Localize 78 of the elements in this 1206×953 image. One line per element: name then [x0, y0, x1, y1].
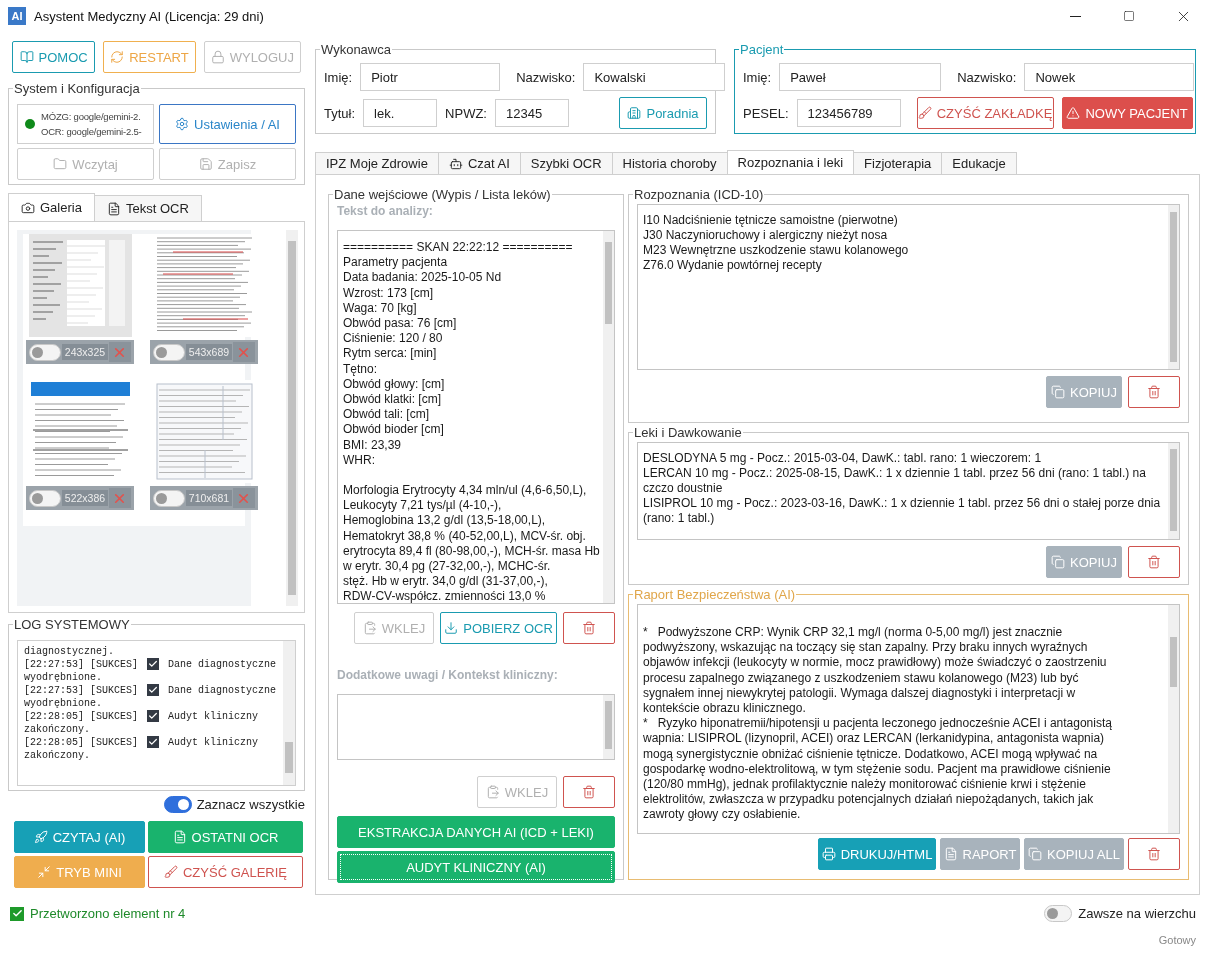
log-text: zakończony.: [24, 724, 90, 735]
help-button[interactable]: POMOC: [12, 41, 96, 73]
size-label: 543x689: [185, 344, 233, 360]
log-prefix: [22:27:53] [SUKCES]: [24, 685, 139, 696]
text-field[interactable]: Nowek: [1024, 63, 1195, 91]
new-patient-button[interactable]: NOWY PACJENT: [1061, 97, 1193, 129]
group-title: Rozpoznania (ICD-10): [633, 187, 765, 202]
log-message: Audyt kliniczny: [168, 711, 259, 722]
tab[interactable]: IPZ Moje Zdrowie: [315, 152, 439, 174]
extract-button[interactable]: EKSTRAKCJA DANYCH AI (ICD + LEKI): [337, 816, 615, 848]
text-field[interactable]: 123456789: [796, 99, 901, 127]
paste-button[interactable]: WKLEJ: [354, 612, 434, 644]
group-title: Leki i Dawkowanie: [633, 425, 743, 440]
group-title: Dane wejściowe (Wypis / Lista leków): [333, 187, 552, 202]
text-field[interactable]: Kowalski: [583, 63, 726, 91]
tab[interactable]: Edukacje: [941, 152, 1017, 174]
field-label: Imię:: [743, 69, 772, 85]
text-area[interactable]: DESLODYNA 5 mg - Pocz.: 2015-03-04, DawK.: tabl. rano: 1 wieczorem: 1 LERCAN 10 mg - Pocz.: 2025-08-15, DawK.: 1 x dziennie 1 tabl. przez 56 dni (rano: 1 tabl.) na czczo doustnie LISIPROL 10 mg - Pocz.: 2023-03-16, DawK.: 1 x dziennie 1 tabl. przez 56 dni o stałej porze dnia (rano: 1 tabl.): [637, 442, 1168, 540]
clinic-button[interactable]: Poradnia: [619, 97, 707, 129]
clear-gallery-button[interactable]: CZYŚĆ GALERIĘ: [148, 856, 303, 888]
tab[interactable]: Tekst OCR: [93, 195, 202, 221]
brain-model-text: MÓZG: google/gemini-2.: [41, 111, 142, 122]
read-button[interactable]: CZYTAJ (AI): [14, 821, 145, 853]
log-text: diagnostycznej.: [24, 646, 114, 657]
text-field[interactable]: lek.: [363, 99, 438, 127]
field-label: Nazwisko:: [957, 69, 1017, 85]
window-title: Asystent Medyczny AI (Licencja: 29 dni): [34, 8, 264, 24]
load-button[interactable]: Wczytaj: [17, 148, 154, 180]
tab[interactable]: Fizjoterapia: [853, 152, 943, 174]
log-prefix: [22:27:53] [SUKCES]: [24, 659, 139, 670]
toggle-label: Zawsze na wierzchu: [1078, 906, 1196, 921]
log-prefix: [22:28:05] [SUKCES]: [24, 711, 139, 722]
toggle-label: Zaznacz wszystkie: [196, 797, 305, 812]
field-label: Tytuł:: [324, 105, 356, 121]
field-label: Imię:: [324, 69, 353, 85]
log-prefix: [22:28:05] [SUKCES]: [24, 737, 139, 748]
text-area[interactable]: * Podwyższone CRP: Wynik CRP 32,1 mg/l (norma 0-5,00 mg/l) jest znacznie podwyższony, wskazując na toczący się stan zapalny. Przy braku innych wyraźnych objawów infekcji (leukocyty w normie, mocz prawidłowy) może świadczyć o zaostrzeniu procesu zapalnego związanego z uszkodzeniem stawu kolanowego (M23) lub być sygnałem innej niewykrytej patologii. Wymaga dalszej diagnostyki i interpretacji w kontekście obrazu klinicznego. * Ryzyko hiponatremii/hipotensji u pacjenta leczonego jednocześnie ACEI i antagonistą wapnia: LISIPROL (lizynopril, ACEI) oraz LERCAN (lerkanidypina, antagonista wapnia) mogą synergistycznie obniżać ciśnienie tętnicze. Dodatkowo, ACEI mogą wpływać na gospodarkę wodno-elektrolitową, w tym stężenie sodu. Pacjent ma prawidłowe ciśnienie (120/80 mmHg), jednak profilaktycznie należy monitorować ciśnienie krwi i stężenie elektrolitów, zwłaszcza w przypadku potencjalnych działań niepożądanych, takich jak zawroty głowy czy osłabienie.: [637, 604, 1168, 834]
tab[interactable]: Historia choroby: [611, 152, 728, 174]
settings-button[interactable]: Ustawienia / AI: [159, 104, 296, 144]
size-label: 243x325: [61, 344, 109, 360]
group-title: Pacjent: [739, 42, 785, 57]
status-text: Gotowy: [1158, 934, 1196, 946]
field-label: NPWZ:: [445, 105, 487, 121]
group-title: Wykonawca: [320, 42, 392, 57]
tab[interactable]: Galeria: [8, 193, 95, 221]
app-logo: AI: [8, 7, 26, 25]
paste-button[interactable]: WKLEJ: [477, 776, 557, 808]
tab[interactable]: Szybki OCR: [519, 152, 613, 174]
log-message: Dane diagnostyczne: [168, 659, 277, 670]
audit-button[interactable]: AUDYT KLINICZNY (AI): [337, 851, 615, 883]
field-label: Tekst do analizy:: [337, 204, 434, 218]
log-message: Audyt kliniczny: [168, 737, 259, 748]
log-message: Dane diagnostyczne: [168, 685, 277, 696]
text-area[interactable]: ========== SKAN 22:22:12 ========== Parametry pacjenta Data badania: 2025-10-05 Nd Wzrost: 173 [cm] Waga: 70 [kg] Obwód pasa: 76 [cm] Ciśnienie: 120 / 80 Rytm serca: [min] Tętno: Obwód głowy: [cm] Obwód klatki: [cm] Obwód tali: [cm] Obwód bioder [cm] BMI: 23,39 WHR: Morfologia Erytrocyty 4,34 mln/ul (4,6-6,50,L), Leukocyty 7,21 tys/µl (4-10,-), Hemoglobina 13,2 g/dl (13,5-18,00,L), Hematokryt 38,8 % (40-52,00,L), MCV-śr. obj. erytrocyta 89,4 fl (80-98,00,-), MCH-śr. masa Hb w erytr. 30,4 pg (27-32,00,-), MCHC-śr. stęż. Hb w erytr. 34,0 g/dl (31-37,00,-), RDW-CV-współcz. zmienności 13,0 %: [337, 230, 603, 604]
fetch-ocr-button[interactable]: POBIERZ OCR: [440, 612, 557, 644]
tab[interactable]: Czat AI: [437, 152, 521, 174]
log-text: zakończony.: [24, 750, 90, 761]
print-button[interactable]: DRUKUJ/HTML: [818, 838, 936, 870]
field-label: Nazwisko:: [516, 69, 576, 85]
group-title: LOG SYSTEMOWY: [13, 617, 131, 632]
size-label: 710x681: [185, 490, 233, 506]
group-title: Raport Bezpieczeństwa (AI): [633, 587, 797, 602]
group-title: System i Konfiguracja: [13, 81, 141, 96]
log-text: wyodrębnione.: [24, 672, 102, 683]
ocr-model-text: OCR: google/gemini-2.5-: [41, 126, 142, 137]
logout-button[interactable]: WYLOGUJ: [203, 41, 301, 73]
size-label: 522x386: [61, 490, 109, 506]
status-message: Przetworzono element nr 4: [30, 906, 186, 921]
text-area[interactable]: I10 Nadciśnienie tętnicze samoistne (pierwotne) J30 Naczynioruchowy i alergiczny nieżyt nosa M23 Wewnętrzne uszkodzenie stawu kolanowego Z76.0 Wydanie powtórnej recepty: [637, 204, 1168, 370]
field-label: PESEL:: [743, 105, 789, 121]
clear-tab-button[interactable]: CZYŚĆ ZAKŁADKĘ: [916, 97, 1054, 129]
log-text: wyodrębnione.: [24, 698, 102, 709]
save-button[interactable]: Zapisz: [159, 148, 296, 180]
text-field[interactable]: Piotr: [360, 63, 501, 91]
text-field[interactable]: 12345: [494, 99, 569, 127]
field-label: Dodatkowe uwagi / Kontekst kliniczny:: [337, 668, 559, 682]
text-field[interactable]: Paweł: [779, 63, 942, 91]
last-ocr-button[interactable]: OSTATNI OCR: [148, 821, 303, 853]
